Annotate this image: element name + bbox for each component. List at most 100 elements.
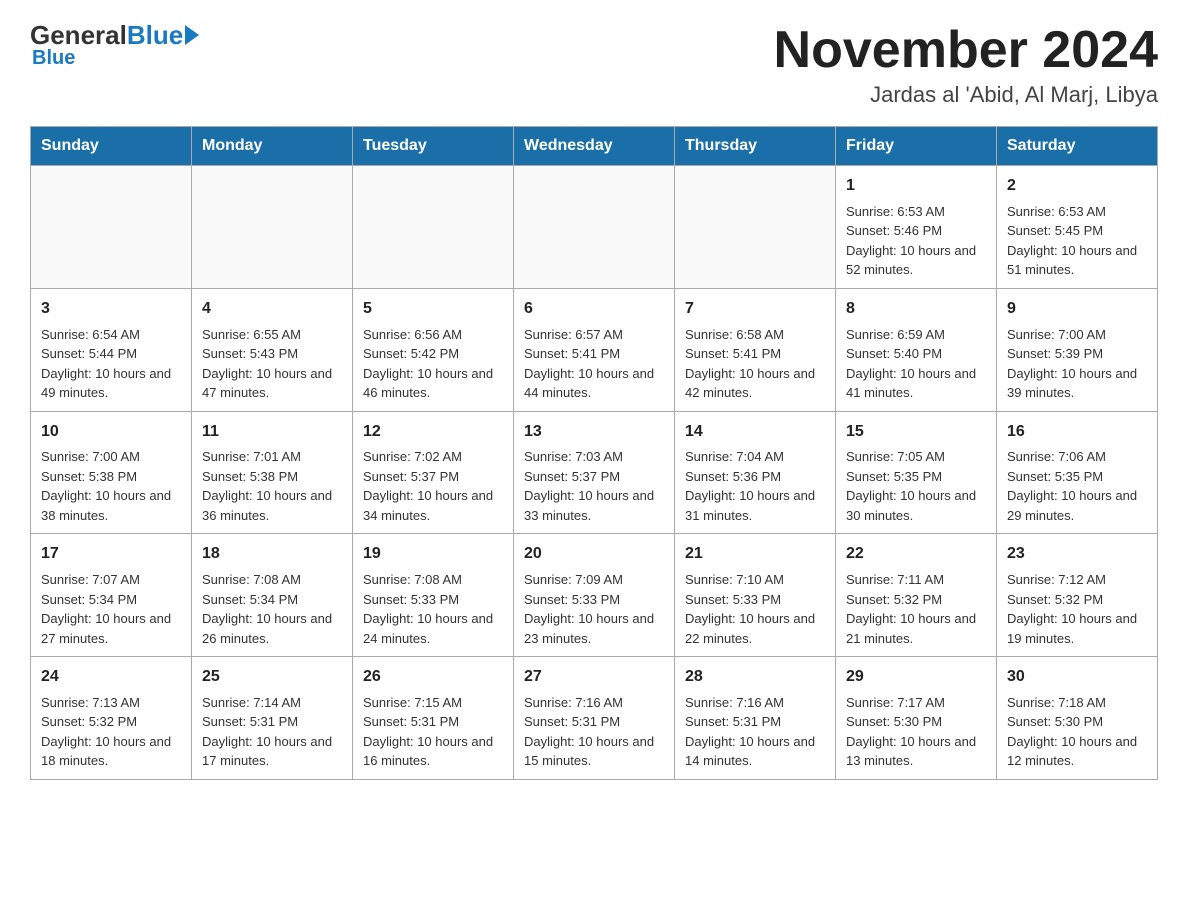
day-number: 7 (685, 297, 825, 322)
calendar-cell: 20Sunrise: 7:09 AM Sunset: 5:33 PM Dayli… (514, 534, 675, 657)
weekday-header-friday: Friday (836, 127, 997, 166)
calendar-cell: 5 Sunrise: 6:56 AM Sunset: 5:42 PM Daylig… (353, 288, 514, 411)
day-number: 23 (1007, 542, 1147, 567)
calendar-cell: 30Sunrise: 7:18 AM Sunset: 5:30 PM Dayli… (997, 657, 1158, 780)
calendar-week-3: 10Sunrise: 7:00 AM Sunset: 5:38 PM Dayli… (31, 411, 1158, 534)
calendar-cell: 27 Sunrise: 7:16 AM Sunset: 5:31 PM Dayli… (514, 657, 675, 780)
day-info: Sunrise: 6:55 AM Sunset: 5:43 PM Dayligh… (202, 325, 342, 403)
day-number: 20 (524, 542, 664, 567)
day-number: 21 (685, 542, 825, 567)
calendar-table: SundayMondayTuesdayWednesdayThursdayFrid… (30, 126, 1158, 780)
day-number: 25 (202, 665, 342, 690)
calendar-week-5: 24 Sunrise: 7:13 AM Sunset: 5:32 PM Dayli… (31, 657, 1158, 780)
day-info: Sunrise: 7:11 AM Sunset: 5:32 PM Dayligh… (846, 570, 986, 648)
day-info: Sunrise: 7:02 AM Sunset: 5:37 PM Dayligh… (363, 447, 503, 525)
calendar-cell (192, 166, 353, 289)
day-info: Sunrise: 7:01 AM Sunset: 5:38 PM Dayligh… (202, 447, 342, 525)
calendar-cell: 7Sunrise: 6:58 AM Sunset: 5:41 PM Daylig… (675, 288, 836, 411)
logo-blue: Blue (127, 20, 183, 51)
day-info: Sunrise: 7:05 AM Sunset: 5:35 PM Dayligh… (846, 447, 986, 525)
day-info: Sunrise: 7:08 AM Sunset: 5:34 PM Dayligh… (202, 570, 342, 648)
day-number: 28 (685, 665, 825, 690)
weekday-header-tuesday: Tuesday (353, 127, 514, 166)
day-number: 13 (524, 420, 664, 445)
day-info: Sunrise: 7:08 AM Sunset: 5:33 PM Dayligh… (363, 570, 503, 648)
day-number: 2 (1007, 174, 1147, 199)
calendar-cell: 24 Sunrise: 7:13 AM Sunset: 5:32 PM Dayli… (31, 657, 192, 780)
day-number: 9 (1007, 297, 1147, 322)
day-number: 22 (846, 542, 986, 567)
day-info: Sunrise: 6:53 AM Sunset: 5:45 PM Dayligh… (1007, 202, 1147, 280)
calendar-cell: 10Sunrise: 7:00 AM Sunset: 5:38 PM Dayli… (31, 411, 192, 534)
day-number: 19 (363, 542, 503, 567)
page-header: General Blue Blue November 2024 Jardas a… (30, 20, 1158, 108)
calendar-cell: 28 Sunrise: 7:16 AM Sunset: 5:31 PM Dayli… (675, 657, 836, 780)
calendar-cell: 11Sunrise: 7:01 AM Sunset: 5:38 PM Dayli… (192, 411, 353, 534)
day-number: 6 (524, 297, 664, 322)
calendar-cell: 1 Sunrise: 6:53 AM Sunset: 5:46 PM Daylig… (836, 166, 997, 289)
weekday-header-monday: Monday (192, 127, 353, 166)
day-info: Sunrise: 6:57 AM Sunset: 5:41 PM Dayligh… (524, 325, 664, 403)
calendar-cell: 3Sunrise: 6:54 AM Sunset: 5:44 PM Daylig… (31, 288, 192, 411)
day-number: 29 (846, 665, 986, 690)
day-info: Sunrise: 7:04 AM Sunset: 5:36 PM Dayligh… (685, 447, 825, 525)
calendar-cell: 19 Sunrise: 7:08 AM Sunset: 5:33 PM Dayli… (353, 534, 514, 657)
calendar-cell: 9 Sunrise: 7:00 AM Sunset: 5:39 PM Daylig… (997, 288, 1158, 411)
logo-arrow-icon (185, 25, 199, 45)
calendar-week-4: 17 Sunrise: 7:07 AM Sunset: 5:34 PM Dayli… (31, 534, 1158, 657)
calendar-cell (514, 166, 675, 289)
weekday-header-thursday: Thursday (675, 127, 836, 166)
weekday-header-row: SundayMondayTuesdayWednesdayThursdayFrid… (31, 127, 1158, 166)
calendar-cell: 13Sunrise: 7:03 AM Sunset: 5:37 PM Dayli… (514, 411, 675, 534)
calendar-cell: 18 Sunrise: 7:08 AM Sunset: 5:34 PM Dayli… (192, 534, 353, 657)
weekday-header-saturday: Saturday (997, 127, 1158, 166)
day-info: Sunrise: 7:06 AM Sunset: 5:35 PM Dayligh… (1007, 447, 1147, 525)
day-number: 12 (363, 420, 503, 445)
day-number: 8 (846, 297, 986, 322)
calendar-cell: 25Sunrise: 7:14 AM Sunset: 5:31 PM Dayli… (192, 657, 353, 780)
calendar-cell: 22 Sunrise: 7:11 AM Sunset: 5:32 PM Dayli… (836, 534, 997, 657)
day-info: Sunrise: 7:13 AM Sunset: 5:32 PM Dayligh… (41, 693, 181, 771)
day-info: Sunrise: 7:18 AM Sunset: 5:30 PM Dayligh… (1007, 693, 1147, 771)
day-number: 17 (41, 542, 181, 567)
calendar-cell: 4Sunrise: 6:55 AM Sunset: 5:43 PM Daylig… (192, 288, 353, 411)
day-number: 18 (202, 542, 342, 567)
calendar-cell: 16Sunrise: 7:06 AM Sunset: 5:35 PM Dayli… (997, 411, 1158, 534)
day-number: 26 (363, 665, 503, 690)
day-info: Sunrise: 7:16 AM Sunset: 5:31 PM Dayligh… (524, 693, 664, 771)
day-number: 24 (41, 665, 181, 690)
calendar-cell: 17 Sunrise: 7:07 AM Sunset: 5:34 PM Dayli… (31, 534, 192, 657)
calendar-cell: 26 Sunrise: 7:15 AM Sunset: 5:31 PM Dayli… (353, 657, 514, 780)
day-number: 5 (363, 297, 503, 322)
calendar-week-1: 1 Sunrise: 6:53 AM Sunset: 5:46 PM Daylig… (31, 166, 1158, 289)
day-info: Sunrise: 7:15 AM Sunset: 5:31 PM Dayligh… (363, 693, 503, 771)
month-title: November 2024 (774, 20, 1158, 80)
calendar-cell: 6 Sunrise: 6:57 AM Sunset: 5:41 PM Daylig… (514, 288, 675, 411)
day-info: Sunrise: 6:53 AM Sunset: 5:46 PM Dayligh… (846, 202, 986, 280)
day-number: 1 (846, 174, 986, 199)
calendar-cell: 2 Sunrise: 6:53 AM Sunset: 5:45 PM Daylig… (997, 166, 1158, 289)
day-number: 27 (524, 665, 664, 690)
calendar-cell: 21 Sunrise: 7:10 AM Sunset: 5:33 PM Dayli… (675, 534, 836, 657)
day-info: Sunrise: 7:07 AM Sunset: 5:34 PM Dayligh… (41, 570, 181, 648)
day-info: Sunrise: 7:16 AM Sunset: 5:31 PM Dayligh… (685, 693, 825, 771)
day-info: Sunrise: 6:54 AM Sunset: 5:44 PM Dayligh… (41, 325, 181, 403)
calendar-cell: 29Sunrise: 7:17 AM Sunset: 5:30 PM Dayli… (836, 657, 997, 780)
day-info: Sunrise: 7:10 AM Sunset: 5:33 PM Dayligh… (685, 570, 825, 648)
weekday-header-sunday: Sunday (31, 127, 192, 166)
day-number: 16 (1007, 420, 1147, 445)
weekday-header-wednesday: Wednesday (514, 127, 675, 166)
calendar-week-2: 3Sunrise: 6:54 AM Sunset: 5:44 PM Daylig… (31, 288, 1158, 411)
day-info: Sunrise: 7:00 AM Sunset: 5:38 PM Dayligh… (41, 447, 181, 525)
calendar-cell (31, 166, 192, 289)
day-info: Sunrise: 7:00 AM Sunset: 5:39 PM Dayligh… (1007, 325, 1147, 403)
calendar-cell: 12Sunrise: 7:02 AM Sunset: 5:37 PM Dayli… (353, 411, 514, 534)
calendar-cell (353, 166, 514, 289)
day-number: 15 (846, 420, 986, 445)
day-info: Sunrise: 6:56 AM Sunset: 5:42 PM Dayligh… (363, 325, 503, 403)
calendar-cell: 23Sunrise: 7:12 AM Sunset: 5:32 PM Dayli… (997, 534, 1158, 657)
day-number: 10 (41, 420, 181, 445)
day-number: 14 (685, 420, 825, 445)
day-info: Sunrise: 6:59 AM Sunset: 5:40 PM Dayligh… (846, 325, 986, 403)
calendar-cell: 14Sunrise: 7:04 AM Sunset: 5:36 PM Dayli… (675, 411, 836, 534)
